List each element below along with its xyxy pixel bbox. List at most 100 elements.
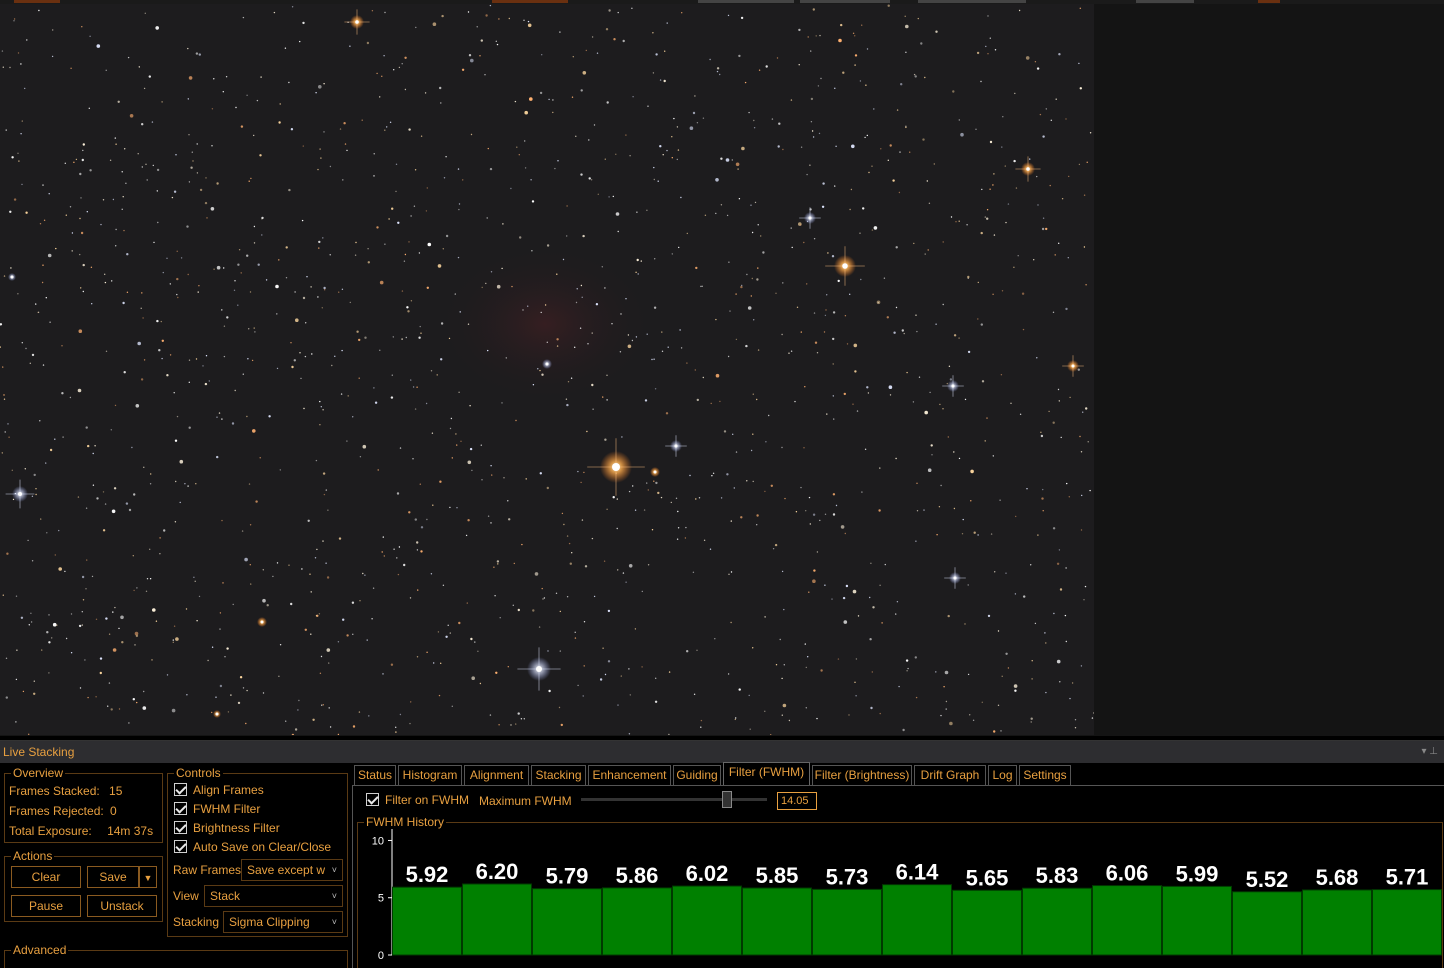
star <box>964 623 966 625</box>
clear-button[interactable]: Clear <box>11 866 81 888</box>
save-button[interactable]: Save <box>87 866 139 888</box>
star <box>180 257 183 259</box>
toolbar-field[interactable] <box>918 0 1026 3</box>
star <box>538 626 541 628</box>
tab-drift-graph[interactable]: Drift Graph <box>914 765 986 785</box>
toolbar-field[interactable] <box>698 0 794 3</box>
star <box>321 307 323 309</box>
toolbar-field[interactable] <box>1136 0 1194 3</box>
star <box>213 268 215 270</box>
star <box>942 241 944 243</box>
panel-title-bar: Live Stacking ▾ ⊥ <box>0 741 1444 763</box>
star <box>276 313 278 315</box>
tab-histogram[interactable]: Histogram <box>398 765 462 785</box>
star <box>935 323 937 325</box>
star <box>1078 62 1080 65</box>
star <box>849 293 851 295</box>
star <box>54 438 56 440</box>
tab-enhancement[interactable]: Enhancement <box>588 765 671 785</box>
star <box>166 674 169 676</box>
toolbar-field[interactable] <box>800 0 890 3</box>
star <box>99 657 103 660</box>
star <box>367 248 369 250</box>
star <box>276 367 279 370</box>
star <box>1065 640 1068 643</box>
star <box>583 665 585 667</box>
star <box>916 330 918 333</box>
maximum-fwhm-slider[interactable] <box>581 791 767 808</box>
tab-filter-brightness[interactable]: Filter (Brightness) <box>812 765 912 785</box>
star <box>686 362 688 364</box>
slider-thumb[interactable] <box>722 791 732 808</box>
checkbox-checked-icon[interactable] <box>174 783 187 796</box>
star <box>481 479 483 481</box>
star <box>1044 632 1046 634</box>
star <box>358 338 361 342</box>
tab-status[interactable]: Status <box>354 765 396 785</box>
star <box>115 228 117 231</box>
tab-log[interactable]: Log <box>988 765 1017 785</box>
star <box>328 662 330 664</box>
star <box>64 162 67 164</box>
star <box>583 621 586 623</box>
toolbar-button[interactable] <box>14 0 60 3</box>
pin-icon[interactable]: ▾ ⊥ <box>1421 741 1438 763</box>
star <box>524 110 528 115</box>
checkbox-checked-icon[interactable] <box>174 802 187 815</box>
star <box>27 539 29 542</box>
tab-alignment[interactable]: Alignment <box>464 765 529 785</box>
star <box>1082 411 1084 413</box>
star <box>835 145 837 147</box>
star <box>81 611 84 613</box>
star <box>675 497 678 499</box>
tab-stacking[interactable]: Stacking <box>531 765 586 785</box>
fwhm-filter-checkbox[interactable]: FWHM Filter <box>174 802 260 816</box>
checkbox-checked-icon[interactable] <box>174 840 187 853</box>
star <box>824 584 826 586</box>
checkbox-checked-icon[interactable] <box>366 793 379 806</box>
star <box>319 148 321 150</box>
star <box>627 344 632 349</box>
auto-save-checkbox[interactable]: Auto Save on Clear/Close <box>174 840 331 854</box>
star <box>539 472 542 475</box>
align-frames-checkbox[interactable]: Align Frames <box>174 783 264 797</box>
star <box>753 127 756 129</box>
star <box>102 491 105 493</box>
star <box>987 15 989 17</box>
unstack-button[interactable]: Unstack <box>87 895 157 917</box>
star <box>783 608 785 611</box>
star <box>303 407 305 410</box>
image-viewer[interactable] <box>0 4 1444 736</box>
star <box>35 303 37 305</box>
star <box>191 151 193 153</box>
star <box>107 705 109 707</box>
star <box>285 720 287 722</box>
tab-guiding[interactable]: Guiding <box>673 765 721 785</box>
star <box>433 662 435 664</box>
star <box>172 641 174 643</box>
tab-filter-fwhm[interactable]: Filter (FWHM) <box>723 762 810 785</box>
star <box>762 251 765 254</box>
save-dropdown-button[interactable]: ▼ <box>139 866 157 888</box>
pause-button[interactable]: Pause <box>11 895 81 917</box>
tab-settings[interactable]: Settings <box>1019 765 1071 785</box>
checkbox-checked-icon[interactable] <box>174 821 187 834</box>
brightness-filter-checkbox[interactable]: Brightness Filter <box>174 821 280 835</box>
raw-frames-select[interactable]: Save except w ˅ <box>241 859 343 881</box>
star <box>495 671 498 674</box>
filter-on-fwhm-checkbox[interactable]: Filter on FWHM <box>366 793 469 807</box>
star <box>696 649 698 651</box>
star <box>926 180 928 182</box>
stacking-select[interactable]: Sigma Clipping ˅ <box>223 911 343 933</box>
toolbar-button[interactable] <box>1258 0 1280 3</box>
view-select[interactable]: Stack ˅ <box>204 885 343 907</box>
maximum-fwhm-value[interactable]: 14.05 <box>777 792 817 810</box>
star <box>730 571 733 573</box>
star <box>715 212 717 215</box>
star <box>366 639 368 641</box>
star <box>543 597 546 599</box>
star-field-image[interactable] <box>0 4 1094 735</box>
toolbar-button[interactable] <box>492 0 568 3</box>
star <box>677 527 680 529</box>
star <box>659 145 662 148</box>
